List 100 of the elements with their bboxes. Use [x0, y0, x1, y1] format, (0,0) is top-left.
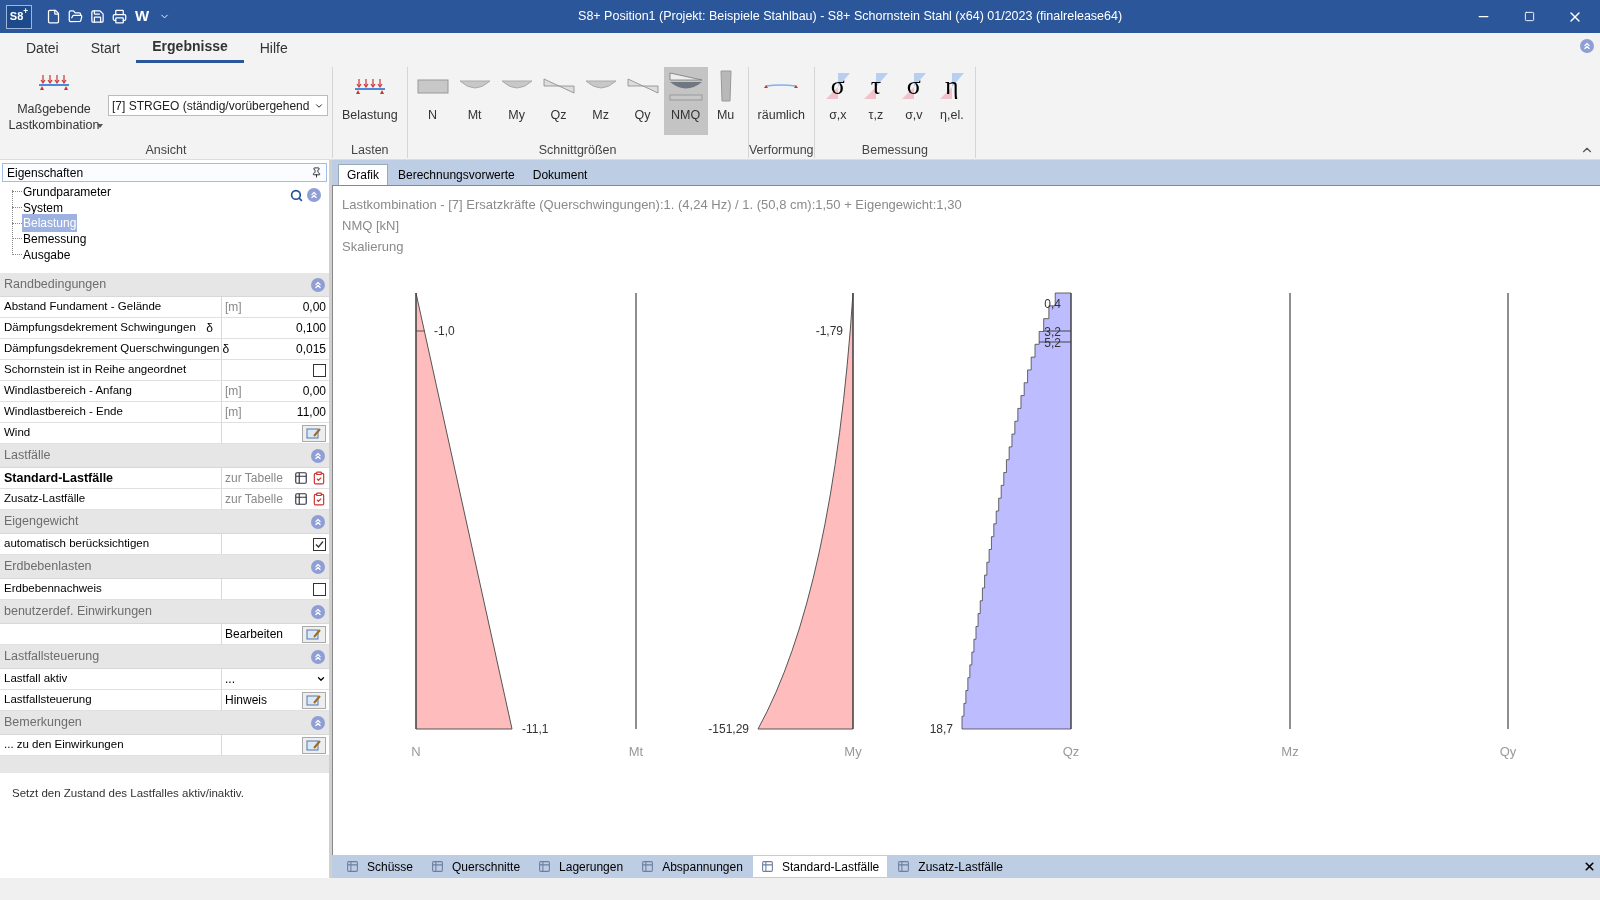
ribbon-button[interactable]: NMQ	[663, 67, 708, 135]
ribbon-button[interactable]: Mz	[579, 67, 622, 135]
table-link[interactable]: zur Tabelle	[225, 490, 283, 508]
document-tab[interactable]: Grafik	[338, 164, 388, 185]
load-combination-button[interactable]: Maßgebende Lastkombination	[4, 67, 104, 128]
load-icon	[352, 77, 387, 95]
table-link[interactable]: zur Tabelle	[225, 469, 283, 487]
ribbon-button[interactable]: Belastung	[337, 67, 403, 135]
checkbox[interactable]	[313, 582, 326, 596]
search-icon[interactable]	[290, 188, 303, 202]
table-tab[interactable]: Abspannungen	[633, 856, 751, 877]
value-label: 3,2	[1044, 325, 1061, 339]
property-label: Windlastbereich - Ende	[4, 404, 123, 420]
axis-label: My	[844, 744, 862, 759]
value-label: -1,79	[815, 324, 843, 338]
value-label: -1,0	[434, 324, 455, 338]
property-value[interactable]: 0,015	[295, 340, 326, 358]
print-icon[interactable]	[112, 9, 127, 24]
property-label: ... zu den Einwirkungen	[4, 737, 124, 753]
load-combination-select[interactable]: [7] STRGEO (ständig/vorübergehend	[108, 95, 328, 116]
document-tab[interactable]: Berechnungsvorwerte	[390, 164, 523, 185]
table-tab[interactable]: Standard-Lastfälle	[752, 856, 888, 877]
table-tab[interactable]: Schüsse	[338, 856, 422, 877]
ribbon-button[interactable]: Qz	[537, 67, 580, 135]
save-icon[interactable]	[90, 9, 105, 24]
checkbox[interactable]	[313, 363, 326, 377]
table-icon[interactable]	[294, 492, 308, 506]
ribbon-button[interactable]: N	[411, 67, 454, 135]
property-value[interactable]: 0,00	[302, 298, 326, 316]
tree-item[interactable]: System	[22, 198, 64, 217]
property-label: Wind	[4, 425, 31, 441]
unit-label: [m]	[225, 404, 242, 421]
edit-button[interactable]	[302, 691, 326, 709]
property-label: Abstand Fundament - Gelände	[4, 299, 162, 315]
ribbon-button[interactable]: σ σ,x	[818, 67, 857, 135]
property-label: Dämpfungsdekrement Querschwingungen	[4, 341, 220, 357]
word-export-button[interactable]: W	[135, 5, 150, 28]
menu-tab[interactable]: Hilfe	[243, 33, 304, 63]
table-tab[interactable]: Zusatz-Lastfälle	[889, 856, 1011, 877]
axis-label: Qy	[1499, 744, 1517, 759]
property-label: Zusatz-Lastfälle	[4, 491, 86, 507]
ribbon-button[interactable]: Mt	[453, 67, 496, 135]
ribbon-group-label: Bemessung	[860, 142, 929, 158]
table-icon[interactable]	[294, 471, 308, 485]
section-title: Erdbebenlasten	[4, 558, 92, 576]
property-description: Setzt den Zustand des Lastfalles aktiv/inaktiv.	[11, 786, 245, 801]
combined-diagram-icon	[668, 71, 703, 101]
ribbon-button[interactable]: τ τ,z	[856, 67, 895, 135]
section-title: benutzerdef. Einwirkungen	[4, 603, 152, 621]
edit-button[interactable]	[302, 736, 326, 754]
property-value[interactable]: 11,00	[296, 403, 326, 421]
table-icon	[346, 860, 359, 873]
clipboard-icon[interactable]	[312, 471, 326, 485]
ribbon-button[interactable]: My	[495, 67, 538, 135]
ribbon-button[interactable]: räumlich	[752, 67, 810, 135]
property-symbol: δ	[222, 341, 231, 358]
property-label: Schornstein ist in Reihe angeordnet	[4, 362, 187, 378]
axis-label: Qz	[1062, 744, 1080, 759]
value-label: 5,2	[1044, 336, 1061, 350]
menu-tab[interactable]: Datei	[10, 33, 75, 63]
ribbon-group-label: Lasten	[350, 142, 390, 158]
property-value[interactable]: 0,100	[295, 319, 326, 337]
menu-tab[interactable]: Start	[74, 33, 137, 63]
property-label: automatisch berücksichtigen	[4, 536, 150, 552]
property-label: Dämpfungsdekrement Schwingungen	[4, 320, 196, 336]
new-file-icon[interactable]	[46, 9, 61, 24]
graphic-caption: NMQ [kN]	[342, 217, 401, 235]
table-tab[interactable]: Querschnitte	[423, 856, 529, 877]
table-tab[interactable]: Lagerungen	[530, 856, 632, 877]
edit-button[interactable]	[302, 625, 326, 643]
bar-icon	[718, 70, 733, 102]
document-tab[interactable]: Dokument	[524, 164, 596, 185]
value-label: -151,29	[708, 722, 749, 736]
property-label: Windlastbereich - Anfang	[4, 383, 132, 399]
tree-item[interactable]: Grundparameter	[22, 182, 113, 201]
shear-diagram-icon	[542, 77, 575, 95]
tree-item[interactable]: Ausgabe	[22, 245, 72, 264]
ribbon-button[interactable]: Qy	[621, 67, 664, 135]
close-icon[interactable]	[1583, 860, 1596, 873]
caret-icon[interactable]	[97, 124, 103, 128]
app-logo[interactable]: S8$^{+}$	[6, 4, 32, 29]
value-label: -11,1	[522, 722, 549, 736]
table-icon	[760, 860, 774, 873]
axis-label: N	[411, 744, 421, 759]
property-value[interactable]: 0,00	[302, 382, 326, 400]
ribbon-button[interactable]: Mu	[707, 67, 744, 135]
section-title: Eigengewicht	[4, 513, 79, 531]
clipboard-icon[interactable]	[312, 492, 326, 506]
property-label: Standard-Lastfälle	[4, 469, 114, 487]
graphic-caption: Skalierung	[342, 238, 405, 256]
edit-button[interactable]	[302, 424, 326, 442]
dropdown-field[interactable]: ...	[225, 670, 326, 688]
ribbon-button[interactable]: η η,el.	[932, 67, 971, 135]
ribbon-button[interactable]: σ σ,v	[894, 67, 933, 135]
property-label: Erdbebennachweis	[4, 581, 102, 597]
pin-icon[interactable]	[311, 167, 322, 178]
window-title: S8+ Position1 (Projekt: Beispiele Stahlbau) - S8+ Schornstein Stahl (x64) 01/2023 (finalrelease64)	[577, 8, 1124, 26]
property-label: Lastfall aktiv	[4, 671, 68, 687]
open-folder-icon[interactable]	[68, 9, 83, 24]
checkbox[interactable]	[313, 537, 326, 551]
